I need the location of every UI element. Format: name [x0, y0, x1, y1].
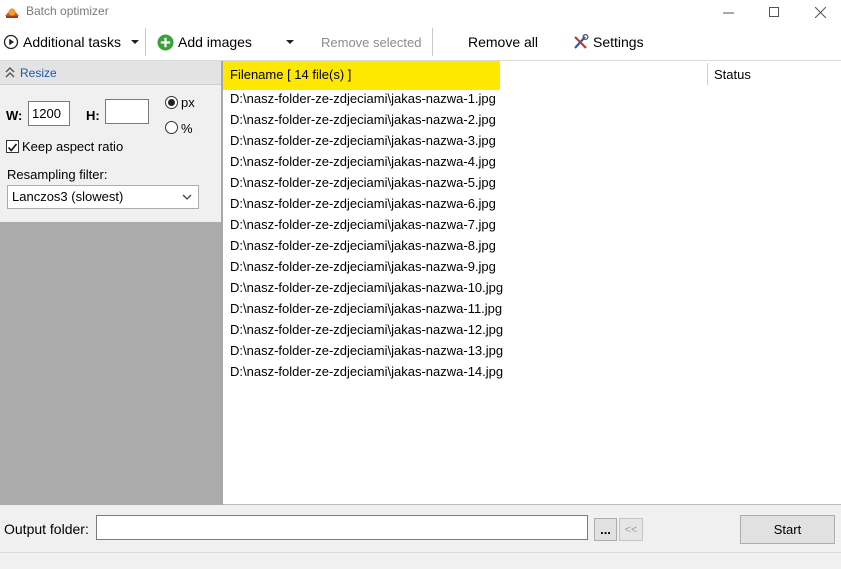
unit-percent-label: %: [181, 121, 193, 136]
checkmark-icon: [7, 143, 18, 152]
unit-px-label: px: [181, 95, 195, 110]
height-label: H:: [86, 108, 100, 123]
file-row[interactable]: D:\nasz-folder-ze-zdjeciami\jakas-nazwa-…: [230, 91, 503, 112]
file-row[interactable]: D:\nasz-folder-ze-zdjeciami\jakas-nazwa-…: [230, 259, 503, 280]
file-row[interactable]: D:\nasz-folder-ze-zdjeciami\jakas-nazwa-…: [230, 217, 503, 238]
resize-title[interactable]: Resize: [20, 66, 57, 80]
add-images-button[interactable]: Add images: [157, 24, 252, 60]
window-title: Batch optimizer: [26, 4, 109, 18]
maximize-icon: [769, 7, 779, 17]
resize-card: Resize W: 1200 H: px % Keep aspect ratio…: [0, 61, 221, 222]
height-input[interactable]: [105, 99, 149, 124]
file-row[interactable]: D:\nasz-folder-ze-zdjeciami\jakas-nazwa-…: [230, 238, 503, 259]
output-folder-label: Output folder:: [4, 521, 89, 537]
filter-value: Lanczos3 (slowest): [12, 189, 124, 204]
tools-icon: [574, 33, 589, 49]
start-button[interactable]: Start: [740, 515, 835, 544]
additional-tasks-label: Additional tasks: [23, 34, 122, 50]
collapse-chevron-icon[interactable]: [5, 67, 15, 79]
keep-aspect-label: Keep aspect ratio: [22, 139, 124, 154]
browse-button[interactable]: ...: [594, 518, 617, 541]
remove-selected-label: Remove selected: [321, 34, 422, 50]
remove-selected-button[interactable]: Remove selected: [321, 24, 421, 60]
title-bar: Batch optimizer: [0, 0, 841, 24]
additional-tasks-button[interactable]: Additional tasks: [3, 24, 121, 60]
file-row[interactable]: D:\nasz-folder-ze-zdjeciami\jakas-nazwa-…: [230, 301, 503, 322]
add-icon: [157, 34, 174, 50]
file-row[interactable]: D:\nasz-folder-ze-zdjeciami\jakas-nazwa-…: [230, 322, 503, 343]
add-images-label: Add images: [178, 34, 252, 50]
toolbar-separator: [145, 28, 146, 56]
status-bar: [0, 552, 841, 569]
additional-tasks-dropdown-icon[interactable]: [131, 40, 139, 44]
resize-header[interactable]: Resize: [0, 61, 221, 85]
close-button[interactable]: [797, 0, 841, 24]
maximize-button[interactable]: [751, 0, 797, 24]
remove-all-label: Remove all: [468, 34, 539, 50]
chevron-down-icon: [182, 194, 192, 200]
status-column-header[interactable]: Status: [714, 67, 751, 82]
minimize-button[interactable]: [705, 0, 751, 24]
app-icon: [4, 3, 20, 19]
tasks-panel: Resize W: 1200 H: px % Keep aspect ratio…: [0, 61, 221, 505]
unit-percent-radio[interactable]: [165, 121, 178, 134]
output-folder-input[interactable]: [96, 515, 588, 540]
toolbar: Additional tasks Add images Remove selec…: [0, 24, 841, 61]
file-row[interactable]: D:\nasz-folder-ze-zdjeciami\jakas-nazwa-…: [230, 343, 503, 364]
file-row[interactable]: D:\nasz-folder-ze-zdjeciami\jakas-nazwa-…: [230, 112, 503, 133]
file-row[interactable]: D:\nasz-folder-ze-zdjeciami\jakas-nazwa-…: [230, 154, 503, 175]
filter-label: Resampling filter:: [7, 167, 108, 182]
resampling-filter-select[interactable]: Lanczos3 (slowest): [7, 185, 199, 209]
remove-all-button[interactable]: Remove all: [468, 24, 538, 60]
file-list[interactable]: Filename [ 14 file(s) ] Status D:\nasz-f…: [223, 61, 841, 505]
settings-button[interactable]: Settings: [572, 24, 644, 60]
add-images-dropdown-icon[interactable]: [286, 40, 294, 44]
file-row[interactable]: D:\nasz-folder-ze-zdjeciami\jakas-nazwa-…: [230, 364, 503, 385]
unit-px-radio[interactable]: [165, 96, 178, 109]
play-circle-icon: [3, 34, 19, 50]
filename-column-header[interactable]: Filename [ 14 file(s) ]: [223, 61, 500, 90]
keep-aspect-checkbox[interactable]: [6, 140, 19, 153]
file-row[interactable]: D:\nasz-folder-ze-zdjeciami\jakas-nazwa-…: [230, 196, 503, 217]
width-label: W:: [6, 108, 23, 123]
settings-label: Settings: [593, 34, 644, 50]
close-icon: [814, 6, 826, 18]
recent-folders-button[interactable]: <<: [619, 518, 643, 541]
file-row[interactable]: D:\nasz-folder-ze-zdjeciami\jakas-nazwa-…: [230, 175, 503, 196]
file-rows: D:\nasz-folder-ze-zdjeciami\jakas-nazwa-…: [230, 91, 503, 385]
toolbar-separator: [432, 28, 433, 56]
column-divider[interactable]: [707, 63, 708, 85]
width-input[interactable]: 1200: [28, 101, 70, 126]
file-row[interactable]: D:\nasz-folder-ze-zdjeciami\jakas-nazwa-…: [230, 280, 503, 301]
file-row[interactable]: D:\nasz-folder-ze-zdjeciami\jakas-nazwa-…: [230, 133, 503, 154]
